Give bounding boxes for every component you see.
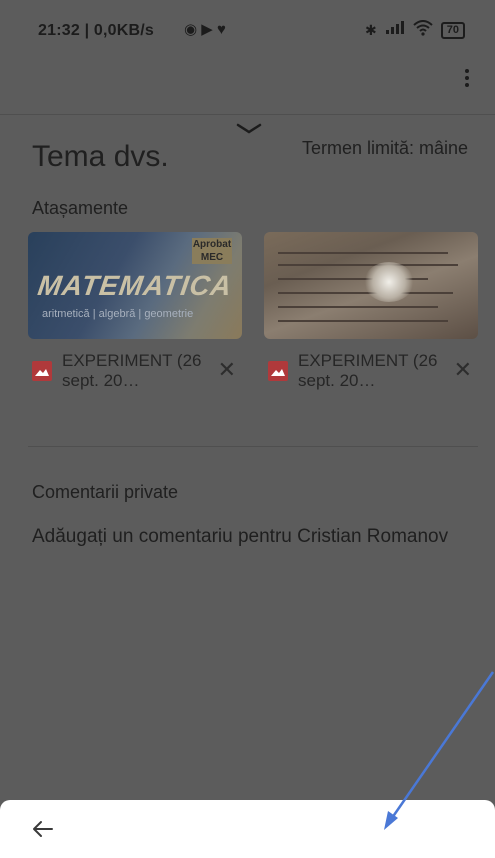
more-options-button[interactable] [457,66,477,96]
battery-icon: 70 [440,22,465,39]
top-divider [0,114,495,115]
attachment-name: EXPERIMENT (26 sept. 20… [298,351,438,390]
private-comments-label: Comentarii private [32,482,179,502]
attachment-thumbnail[interactable] [264,232,478,339]
private-comment-input[interactable]: Adăugați un comentariu pentru Cristian R… [32,524,462,550]
due-date: Termen limită: mâine [302,138,469,158]
status-bar: 21:32 | 0,0KB/s ◉ ▶ ♥ ✱ 70 [0,0,495,62]
wifi-icon [413,20,433,41]
shield-notification-icon: ♥ [216,21,226,38]
play-notification-icon: ▶ [201,21,213,38]
section-divider [28,446,478,447]
attachment-info: EXPERIMENT (26 sept. 20… ✕ [28,347,242,403]
notification-icons: ◉ ▶ ♥ [184,20,226,38]
thumbnail-badge: Aprobat MEC [192,238,232,264]
thumbnail-subtitle: aritmetică | algebră | geometrie [42,308,194,320]
bluetooth-icon: ✱ [365,22,377,38]
attachment-card[interactable]: Aprobat MEC MATEMATICA aritmetică | alge… [28,232,242,403]
app-notification-icon: ◉ [184,21,198,38]
thumbnail-title: MATEMATICA [35,270,235,301]
signal-icon [385,21,405,40]
attachment-thumbnail[interactable]: Aprobat MEC MATEMATICA aritmetică | alge… [28,232,242,339]
image-file-icon [268,361,288,381]
back-arrow-icon[interactable] [32,820,54,843]
attachments-label: Atașamente [32,198,129,218]
close-icon[interactable]: ✕ [218,359,236,381]
more-vert-icon [465,69,469,73]
chevron-down-icon[interactable] [236,122,262,140]
system-status-icons: ✱ 70 [365,20,465,41]
network-speed: | 0,0KB/s [84,22,154,39]
attachment-info: EXPERIMENT (26 sept. 20… ✕ [264,347,478,403]
attachment-card[interactable]: EXPERIMENT (26 sept. 20… ✕ [264,232,478,403]
clock: 21:32 [38,22,80,39]
assignment-title: Tema dvs. [32,140,169,173]
image-file-icon [32,361,52,381]
close-icon[interactable]: ✕ [454,359,472,381]
status-time: 21:32 | 0,0KB/s [38,22,154,40]
bottom-sheet [0,800,495,858]
attachment-name: EXPERIMENT (26 sept. 20… [62,351,202,390]
